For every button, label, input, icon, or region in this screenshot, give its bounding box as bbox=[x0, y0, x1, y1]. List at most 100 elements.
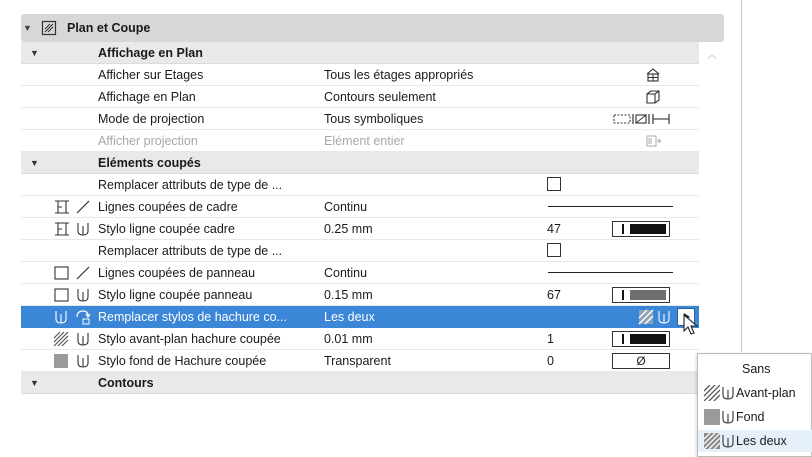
property-label: Afficher projection bbox=[98, 134, 198, 148]
override-pen-icon bbox=[76, 310, 91, 325]
settings-panel: ▼ Plan et Coupe ▼ Affichage en Plan Affi… bbox=[21, 14, 724, 457]
panel-square-icon bbox=[54, 266, 69, 280]
property-row[interactable]: Lignes coupées de panneau Continu bbox=[21, 262, 699, 284]
menu-item-sans[interactable]: Sans bbox=[698, 358, 812, 380]
solid-fill-icon bbox=[704, 409, 720, 425]
fill-color-swatch[interactable]: Ø bbox=[612, 353, 670, 369]
property-value[interactable]: 0.15 mm bbox=[324, 288, 373, 302]
property-row[interactable]: Affichage en Plan Contours seulement bbox=[21, 86, 699, 108]
property-label: Remplacer attributs de type de ... bbox=[98, 244, 283, 258]
pen-icon bbox=[77, 289, 89, 302]
menu-item-label: Les deux bbox=[736, 434, 787, 448]
property-row[interactable]: Remplacer attributs de type de ... bbox=[21, 240, 699, 262]
pen-icon bbox=[722, 387, 734, 400]
line-sample bbox=[548, 272, 673, 273]
pen-color-swatch[interactable] bbox=[612, 221, 670, 237]
box-outline-icon bbox=[646, 90, 660, 104]
pen-number[interactable]: 1 bbox=[547, 332, 554, 346]
property-value[interactable]: Continu bbox=[324, 266, 367, 280]
projection-entire-icon bbox=[646, 135, 662, 147]
line-type-icon bbox=[76, 266, 90, 280]
pen-icon bbox=[77, 355, 89, 368]
pen-color-bar bbox=[630, 224, 666, 234]
line-sample bbox=[548, 206, 673, 207]
hatch-icon bbox=[704, 385, 720, 401]
property-value[interactable]: 0.25 mm bbox=[324, 222, 373, 236]
pen-color-swatch[interactable] bbox=[612, 331, 670, 347]
hatch-icon bbox=[704, 433, 720, 449]
property-label: Stylo ligne coupée cadre bbox=[98, 222, 235, 236]
section-header[interactable]: ▼ Plan et Coupe bbox=[21, 14, 724, 42]
triangle-down-icon[interactable]: ▼ bbox=[30, 48, 39, 58]
hatch-icon bbox=[53, 331, 69, 347]
group-contours[interactable]: ▼ Contours bbox=[21, 372, 699, 394]
property-label: Lignes coupées de panneau bbox=[98, 266, 256, 280]
solid-fill-icon bbox=[54, 354, 68, 368]
menu-item-les-deux[interactable]: Les deux bbox=[698, 430, 812, 452]
pen-icon bbox=[722, 411, 734, 424]
triangle-down-icon[interactable]: ▼ bbox=[30, 158, 39, 168]
property-label: Remplacer attributs de type de ... bbox=[98, 178, 283, 192]
pen-icon bbox=[722, 435, 734, 448]
property-label: Affichage en Plan bbox=[98, 90, 196, 104]
property-row[interactable]: Stylo ligne coupée panneau 0.15 mm 67 bbox=[21, 284, 699, 306]
pen-color-bar bbox=[630, 290, 666, 300]
menu-item-avant-plan[interactable]: Avant-plan bbox=[698, 382, 812, 404]
property-label: Stylo ligne coupée panneau bbox=[98, 288, 253, 302]
frame-profile-icon bbox=[55, 200, 69, 214]
property-row[interactable]: Lignes coupées de cadre Continu bbox=[21, 196, 699, 218]
pen-icon bbox=[55, 311, 67, 324]
property-value[interactable]: Tous les étages appropriés bbox=[324, 68, 473, 82]
triangle-down-icon[interactable]: ▼ bbox=[30, 378, 39, 388]
property-value: Elément entier bbox=[324, 134, 405, 148]
property-value[interactable]: Continu bbox=[324, 200, 367, 214]
property-label: Afficher sur Etages bbox=[98, 68, 204, 82]
property-value[interactable]: Les deux bbox=[324, 310, 375, 324]
frame-profile-icon bbox=[55, 222, 69, 236]
override-checkbox[interactable] bbox=[547, 243, 561, 257]
property-label: Stylo fond de Hachure coupée bbox=[98, 354, 267, 368]
property-row[interactable]: Stylo ligne coupée cadre 0.25 mm 47 bbox=[21, 218, 699, 240]
pen-number[interactable]: 0 bbox=[547, 354, 554, 368]
pen-color-swatch[interactable] bbox=[612, 287, 670, 303]
group-title: Eléments coupés bbox=[98, 156, 201, 170]
line-type-icon bbox=[76, 200, 90, 214]
property-value[interactable]: Tous symboliques bbox=[324, 112, 423, 126]
menu-item-label: Avant-plan bbox=[736, 386, 796, 400]
menu-item-label: Sans bbox=[742, 362, 771, 376]
property-row[interactable]: Stylo fond de Hachure coupée Transparent… bbox=[21, 350, 699, 372]
property-row[interactable]: Mode de projection Tous symboliques bbox=[21, 108, 699, 130]
property-value[interactable]: 0.01 mm bbox=[324, 332, 373, 346]
property-value[interactable]: Transparent bbox=[324, 354, 391, 368]
panel-divider bbox=[741, 0, 742, 352]
pen-color-bar bbox=[630, 334, 666, 344]
menu-item-fond[interactable]: Fond bbox=[698, 406, 812, 428]
chevron-up-icon[interactable]: ︿ bbox=[707, 46, 717, 61]
mouse-cursor-icon bbox=[683, 314, 699, 335]
property-row[interactable]: Stylo avant-plan hachure coupée 0.01 mm … bbox=[21, 328, 699, 350]
group-elements-coupes[interactable]: ▼ Eléments coupés bbox=[21, 152, 699, 174]
property-label: Remplacer stylos de hachure co... bbox=[98, 310, 287, 324]
panel-square-icon bbox=[54, 288, 69, 302]
menu-item-label: Fond bbox=[736, 410, 765, 424]
property-row-selected[interactable]: Remplacer stylos de hachure co... Les de… bbox=[21, 306, 699, 335]
property-row: Afficher projection Elément entier bbox=[21, 130, 699, 152]
pen-icon bbox=[658, 311, 670, 324]
floor-building-icon bbox=[646, 68, 660, 82]
triangle-down-icon[interactable]: ▼ bbox=[23, 23, 32, 33]
plan-section-icon bbox=[41, 20, 57, 36]
property-label: Stylo avant-plan hachure coupée bbox=[98, 332, 281, 346]
override-checkbox[interactable] bbox=[547, 177, 561, 191]
property-row[interactable]: Remplacer attributs de type de ... bbox=[21, 174, 699, 196]
property-row[interactable]: Afficher sur Etages Tous les étages appr… bbox=[21, 64, 699, 86]
property-label: Lignes coupées de cadre bbox=[98, 200, 238, 214]
hatch-icon bbox=[638, 309, 654, 325]
pen-number[interactable]: 67 bbox=[547, 288, 561, 302]
popup-menu: Sans Avant-plan Fond Les deux bbox=[697, 353, 812, 457]
property-value[interactable]: Contours seulement bbox=[324, 90, 436, 104]
group-title: Affichage en Plan bbox=[98, 46, 203, 60]
section-title: Plan et Coupe bbox=[67, 21, 151, 35]
group-affichage-en-plan[interactable]: ▼ Affichage en Plan bbox=[21, 42, 699, 64]
pen-number[interactable]: 47 bbox=[547, 222, 561, 236]
group-title: Contours bbox=[98, 376, 154, 390]
